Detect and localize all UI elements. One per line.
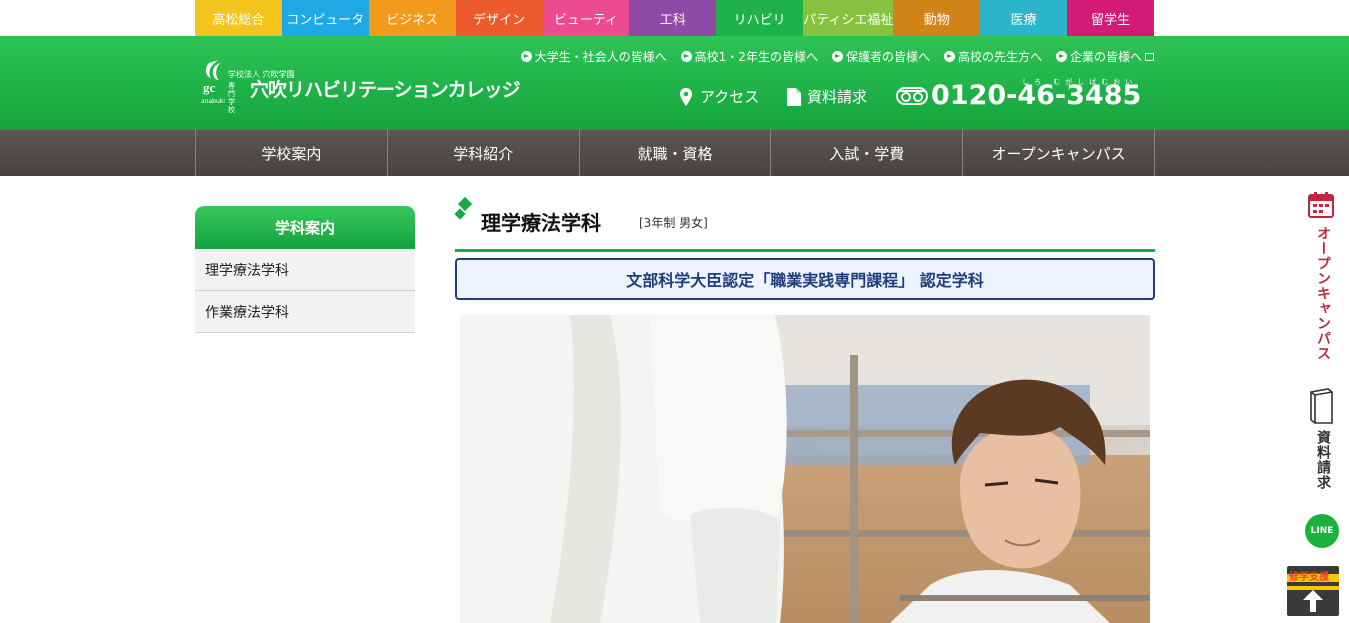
arrow-circle-icon <box>943 51 955 62</box>
toll-free-phone[interactable]: 0120-46-3485 しろ むがしばむおい <box>896 78 1141 111</box>
dept-tab-international[interactable]: 留学生 <box>1067 0 1154 36</box>
arrow-circle-icon <box>520 51 532 62</box>
arrow-up-icon <box>1303 590 1323 612</box>
certification-banner: 文部科学大臣認定「職業実践専門課程」 認定学科 <box>455 258 1155 300</box>
open-campus-floating-link[interactable]: オープンキャンパス <box>1308 192 1334 361</box>
sidebar-item-physical-therapy[interactable]: 理学療法学科 <box>195 249 415 291</box>
dept-tab-rehab[interactable]: リハビリ <box>716 0 804 36</box>
calendar-icon <box>1308 192 1334 218</box>
dept-tab-medical[interactable]: 医療 <box>980 0 1068 36</box>
dept-tab-patissier-welfare[interactable]: パティシエ福祉 <box>803 0 894 36</box>
gnav-career[interactable]: 就職・資格 <box>580 130 772 176</box>
gnav-admission[interactable]: 入試・学費 <box>771 130 964 176</box>
audience-links: 大学生・社会人の皆様へ 高校1・2年生の皆様へ 保護者の皆様へ 高校の先生方へ … <box>520 48 1154 65</box>
external-link-icon <box>1145 52 1154 61</box>
gnav-open-campus[interactable]: オープンキャンパス <box>963 130 1155 176</box>
dept-tab-engineering[interactable]: 工科 <box>629 0 717 36</box>
document-request-floating-label: 資料請求 <box>1315 430 1331 490</box>
hero-photo-illustration <box>460 315 1150 623</box>
gnav-about[interactable]: 学校案内 <box>196 130 388 176</box>
dept-tab-computer[interactable]: コンピュータ <box>281 0 369 36</box>
page-title-block: 理学療法学科 [3年制 男女] <box>454 196 1155 252</box>
dept-tab-design[interactable]: デザイン <box>455 0 543 36</box>
logo-school-name: 穴吹リハビリテーションカレッジ <box>250 79 521 101</box>
page: 高松総合 コンピュータ ビジネス デザイン ビューティ 工科 リハビリ パティシ… <box>0 0 1349 623</box>
dept-tab-business[interactable]: ビジネス <box>368 0 456 36</box>
phone-ruby: しろ むがしばむおい <box>1022 78 1138 86</box>
dept-tab-takamatsu[interactable]: 高松総合 <box>195 0 282 36</box>
sidebar: 学科案内 理学療法学科 作業療法学科 <box>195 206 415 333</box>
global-nav: 学校案内 学科紹介 就職・資格 入試・学費 オープンキャンパス <box>0 130 1349 176</box>
open-campus-floating-label: オープンキャンパス <box>1315 226 1331 361</box>
free-dial-icon <box>896 86 928 105</box>
audience-link-teachers[interactable]: 高校の先生方へ <box>943 48 1042 65</box>
logo-school-type: 専門学校 <box>228 82 235 114</box>
logo-brand: anabuki <box>201 98 225 105</box>
document-request-floating-link[interactable]: 資料請求 <box>1308 388 1334 490</box>
dept-tab-beauty[interactable]: ビューティ <box>542 0 630 36</box>
page-top-button[interactable]: 修学支援 <box>1287 566 1339 616</box>
line-button[interactable]: LINE <box>1305 514 1339 548</box>
line-icon: LINE <box>1310 526 1334 536</box>
sidebar-title: 学科案内 <box>195 206 415 249</box>
audience-link-adults[interactable]: 大学生・社会人の皆様へ <box>520 48 667 65</box>
document-icon <box>787 87 801 106</box>
dept-tab-animal[interactable]: 動物 <box>893 0 981 36</box>
sidebar-item-occupational-therapy[interactable]: 作業療法学科 <box>195 291 415 333</box>
page-title: 理学療法学科 <box>481 211 601 235</box>
hero-photo <box>460 315 1150 623</box>
access-link[interactable]: アクセス <box>680 86 759 107</box>
svg-text:gc: gc <box>203 80 216 95</box>
audience-link-parents[interactable]: 保護者の皆様へ <box>831 48 930 65</box>
arrow-circle-icon <box>680 51 692 62</box>
arrow-circle-icon <box>831 51 843 62</box>
page-subtitle: [3年制 男女] <box>639 216 708 230</box>
department-tabs: 高松総合 コンピュータ ビジネス デザイン ビューティ 工科 リハビリ パティシ… <box>195 0 1154 36</box>
audience-link-high-school-1-2[interactable]: 高校1・2年生の皆様へ <box>680 48 818 65</box>
book-icon <box>1310 388 1333 424</box>
gnav-departments[interactable]: 学科紹介 <box>388 130 580 176</box>
audience-link-companies[interactable]: 企業の皆様へ <box>1055 48 1154 65</box>
document-request-link[interactable]: 資料請求 <box>787 86 867 107</box>
school-logo[interactable]: gc 学校法人 穴吹学園 専門学校 穴吹リハビリテーションカレッジ anabuk… <box>201 58 521 114</box>
map-pin-icon <box>680 87 692 106</box>
arrow-circle-icon <box>1055 51 1067 62</box>
